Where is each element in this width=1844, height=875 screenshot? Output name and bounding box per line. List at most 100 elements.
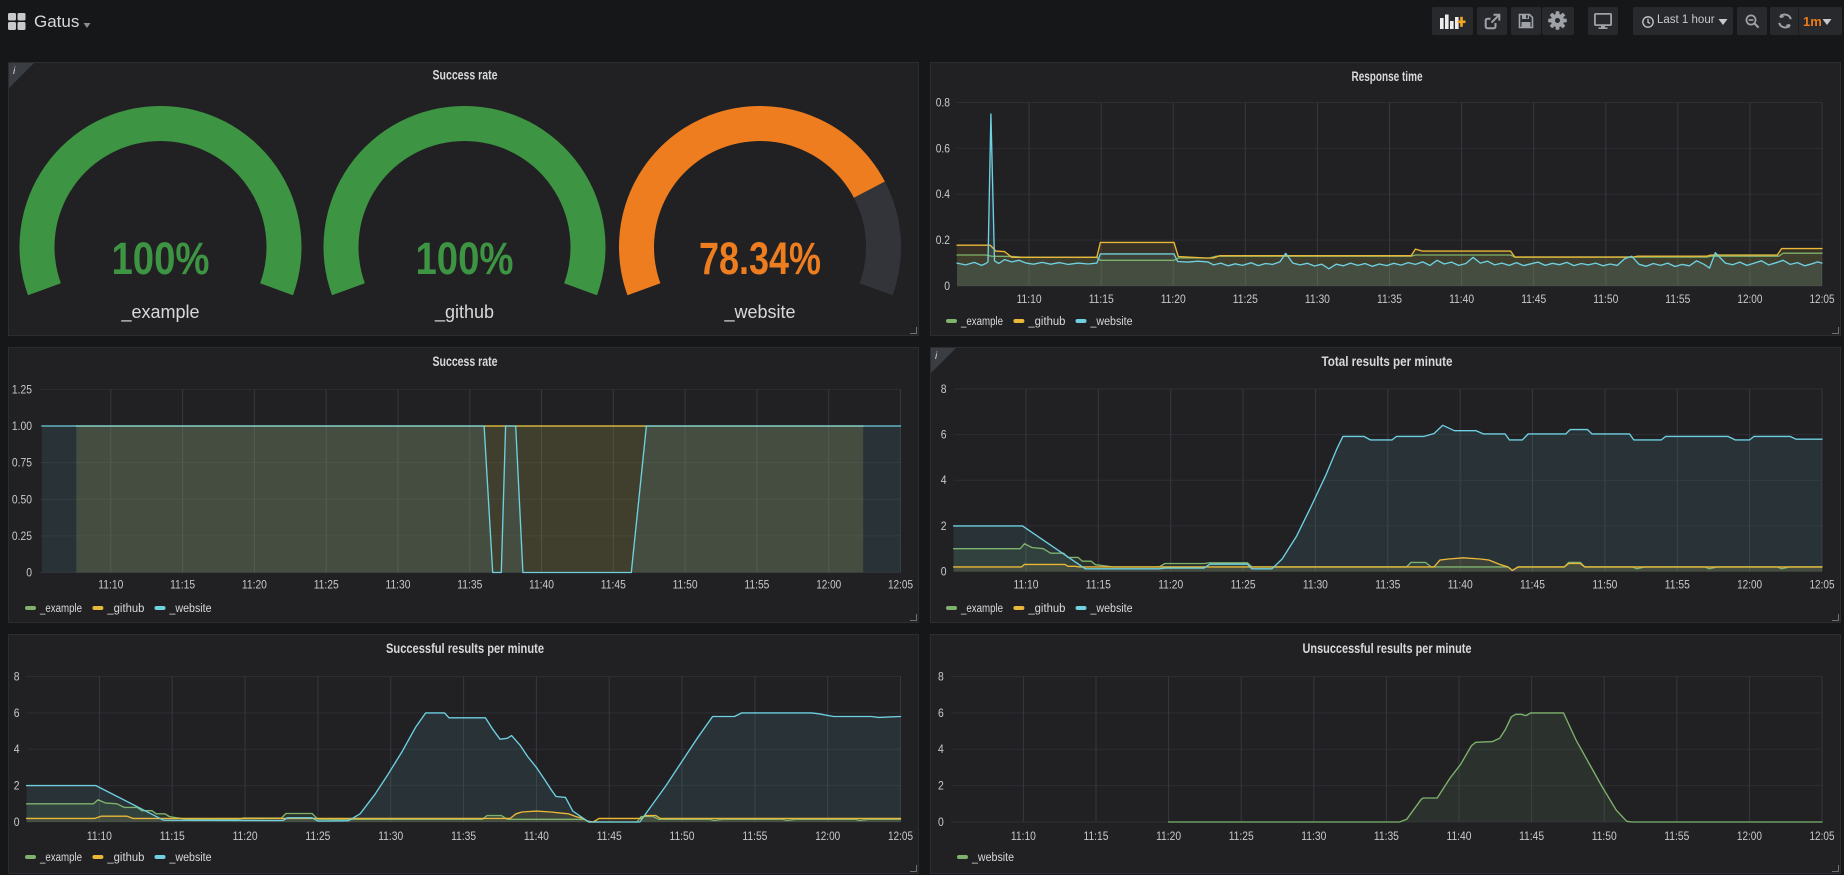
svg-text:11:15: 11:15 — [160, 829, 185, 843]
svg-text:8: 8 — [938, 670, 944, 684]
svg-text:11:30: 11:30 — [1301, 829, 1326, 843]
svg-text:11:50: 11:50 — [673, 578, 698, 592]
svg-text:12:00: 12:00 — [1737, 578, 1762, 592]
svg-text:12:00: 12:00 — [815, 829, 840, 843]
svg-text:_website: _website — [169, 852, 212, 864]
svg-text:11:10: 11:10 — [1017, 292, 1042, 306]
svg-text:12:05: 12:05 — [888, 829, 913, 843]
svg-text:12:00: 12:00 — [816, 578, 841, 592]
svg-text:2: 2 — [938, 779, 944, 793]
svg-text:_website: _website — [1090, 316, 1133, 328]
svg-text:11:20: 11:20 — [1161, 292, 1186, 306]
svg-text:11:25: 11:25 — [305, 829, 330, 843]
svg-text:0: 0 — [938, 815, 944, 829]
svg-text:0: 0 — [14, 815, 20, 829]
svg-text:11:30: 11:30 — [386, 578, 411, 592]
svg-text:100%: 100% — [416, 233, 514, 284]
svg-text:11:10: 11:10 — [87, 829, 112, 843]
svg-text:_github: _github — [1027, 603, 1065, 615]
svg-text:100%: 100% — [112, 233, 210, 284]
svg-text:11:35: 11:35 — [457, 578, 482, 592]
svg-text:11:15: 11:15 — [170, 578, 195, 592]
svg-text:4: 4 — [941, 473, 947, 487]
svg-text:11:50: 11:50 — [1593, 292, 1618, 306]
svg-text:11:55: 11:55 — [742, 829, 767, 843]
svg-text:1.25: 1.25 — [12, 382, 32, 396]
svg-text:0.2: 0.2 — [936, 233, 951, 247]
svg-text:0: 0 — [944, 279, 950, 293]
svg-text:_website: _website — [971, 852, 1014, 864]
svg-text:_github: _github — [434, 302, 494, 323]
svg-text:_website: _website — [169, 603, 212, 615]
svg-text:_example: _example — [120, 302, 199, 323]
svg-text:12:05: 12:05 — [1810, 292, 1835, 306]
svg-text:11:45: 11:45 — [1519, 829, 1544, 843]
svg-text:11:50: 11:50 — [1592, 829, 1617, 843]
svg-text:11:30: 11:30 — [1305, 292, 1330, 306]
svg-text:11:25: 11:25 — [314, 578, 339, 592]
svg-text:12:05: 12:05 — [1810, 829, 1835, 843]
svg-text:11:20: 11:20 — [1158, 578, 1183, 592]
svg-text:11:55: 11:55 — [1665, 578, 1690, 592]
svg-text:11:25: 11:25 — [1231, 578, 1256, 592]
svg-text:0.50: 0.50 — [12, 492, 32, 506]
svg-text:Successful results per minute: Successful results per minute — [386, 641, 544, 656]
svg-text:11:40: 11:40 — [529, 578, 554, 592]
svg-text:4: 4 — [14, 742, 20, 756]
svg-text:Response time: Response time — [1352, 69, 1423, 84]
svg-text:0: 0 — [26, 566, 32, 580]
svg-text:12:05: 12:05 — [888, 578, 913, 592]
svg-text:2: 2 — [14, 779, 20, 793]
svg-text:11:35: 11:35 — [1374, 829, 1399, 843]
svg-text:11:35: 11:35 — [1377, 292, 1402, 306]
svg-text:6: 6 — [941, 428, 947, 442]
svg-text:6: 6 — [14, 706, 20, 720]
svg-text:11:45: 11:45 — [1520, 578, 1545, 592]
svg-text:11:20: 11:20 — [233, 829, 258, 843]
svg-text:11:40: 11:40 — [524, 829, 549, 843]
svg-text:11:25: 11:25 — [1229, 829, 1254, 843]
svg-text:11:45: 11:45 — [597, 829, 622, 843]
svg-text:11:10: 11:10 — [1011, 829, 1036, 843]
svg-text:78.34%: 78.34% — [699, 233, 821, 284]
svg-text:11:40: 11:40 — [1448, 578, 1473, 592]
svg-text:_example: _example — [39, 852, 82, 864]
svg-text:11:15: 11:15 — [1084, 829, 1109, 843]
svg-text:11:15: 11:15 — [1089, 292, 1114, 306]
svg-text:11:30: 11:30 — [378, 829, 403, 843]
svg-text:11:15: 11:15 — [1086, 578, 1111, 592]
svg-text:12:05: 12:05 — [1810, 578, 1835, 592]
svg-text:11:45: 11:45 — [1521, 292, 1546, 306]
svg-text:_example: _example — [39, 603, 82, 615]
svg-text:1.00: 1.00 — [12, 419, 32, 433]
svg-text:_website: _website — [723, 302, 795, 323]
svg-text:8: 8 — [941, 382, 947, 396]
svg-text:11:40: 11:40 — [1449, 292, 1474, 306]
svg-text:11:25: 11:25 — [1233, 292, 1258, 306]
svg-text:8: 8 — [14, 670, 20, 684]
svg-text:0.6: 0.6 — [936, 141, 951, 155]
svg-text:_example: _example — [960, 316, 1003, 328]
svg-text:Success rate: Success rate — [433, 68, 498, 83]
svg-text:11:55: 11:55 — [1664, 829, 1689, 843]
svg-text:12:00: 12:00 — [1737, 829, 1762, 843]
svg-text:4: 4 — [938, 742, 944, 756]
svg-text:2: 2 — [941, 519, 947, 533]
svg-text:11:45: 11:45 — [601, 578, 626, 592]
svg-text:11:10: 11:10 — [1014, 578, 1039, 592]
svg-text:0.8: 0.8 — [936, 96, 951, 110]
svg-text:_github: _github — [1027, 316, 1065, 328]
svg-text:11:30: 11:30 — [1303, 578, 1328, 592]
svg-text:_github: _github — [106, 603, 144, 615]
svg-text:11:40: 11:40 — [1447, 829, 1472, 843]
svg-text:0: 0 — [941, 565, 947, 579]
svg-text:0.75: 0.75 — [12, 456, 32, 470]
svg-text:11:55: 11:55 — [744, 578, 769, 592]
svg-text:12:00: 12:00 — [1737, 292, 1762, 306]
svg-text:11:35: 11:35 — [1375, 578, 1400, 592]
svg-text:_website: _website — [1090, 603, 1133, 615]
svg-text:11:20: 11:20 — [242, 578, 267, 592]
svg-text:_github: _github — [106, 852, 144, 864]
svg-text:11:20: 11:20 — [1156, 829, 1181, 843]
svg-text:Unsuccessful results per minut: Unsuccessful results per minute — [1303, 641, 1472, 656]
